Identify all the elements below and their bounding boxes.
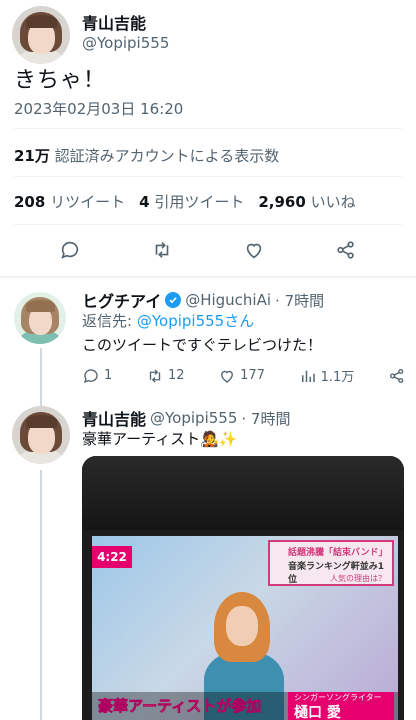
reply-reply-button[interactable]: 1 bbox=[82, 367, 112, 385]
main-tweet: 青山吉能 @Yopipi555 きちゃ！ 2023年02月03日 16:20 2… bbox=[0, 0, 416, 278]
reply-like-button[interactable]: 177 bbox=[218, 367, 265, 385]
author-avatar[interactable] bbox=[12, 6, 70, 64]
divider bbox=[14, 128, 402, 129]
tweet-timestamp[interactable]: 2023年02月03日 16:20 bbox=[14, 98, 183, 119]
engagement-stats: 208 リツイート 4 引用ツイート 2,960 いいね bbox=[14, 191, 356, 212]
views-label: 認証済みアカウントによる表示数 bbox=[54, 147, 280, 165]
quotes-stat[interactable]: 4 引用ツイート bbox=[139, 191, 244, 212]
tv-caption-text: 豪華アーティストが参加 bbox=[98, 697, 262, 716]
retweets-count: 208 bbox=[14, 193, 46, 211]
retweets-label: リツイート bbox=[50, 193, 126, 211]
reply-retweet-button[interactable]: 12 bbox=[146, 367, 185, 385]
reply-actions: 1 12 177 1.1万 bbox=[82, 366, 406, 385]
tv-banner-line3: 人気の理由は？ bbox=[330, 574, 386, 583]
reply-tweet-1[interactable]: ヒグチアイ @HiguchiAi · 7時間 返信先: @Yopipi555さん… bbox=[0, 278, 416, 398]
tweet-text: きちゃ！ bbox=[14, 68, 107, 93]
analytics-icon bbox=[301, 370, 315, 382]
tv-screen: 4:22 話題沸騰「結束バンド」 音楽ランキング軒並み1位 人気の理由は？ 豪華… bbox=[92, 536, 398, 720]
reply-icon[interactable] bbox=[58, 238, 82, 262]
view-count: 1.1万 bbox=[320, 370, 355, 385]
reply-author-name[interactable]: 青山吉能 bbox=[82, 406, 146, 430]
reply-author-handle[interactable]: @HiguchiAi bbox=[185, 291, 271, 309]
divider bbox=[14, 176, 402, 177]
tv-caption-name: 樋口 愛 bbox=[294, 705, 341, 720]
reply-meta: ヒグチアイ @HiguchiAi · 7時間 bbox=[82, 288, 324, 312]
thread-line bbox=[40, 348, 42, 398]
author-handle[interactable]: @Yopipi555 bbox=[82, 34, 169, 52]
reply-time[interactable]: · 7時間 bbox=[241, 408, 290, 429]
retweet-count: 12 bbox=[167, 368, 185, 383]
thread-line bbox=[40, 398, 42, 406]
author-name[interactable]: 青山吉能 bbox=[82, 10, 146, 34]
retweet-icon[interactable] bbox=[150, 238, 174, 262]
likes-stat[interactable]: 2,960 いいね bbox=[258, 191, 355, 212]
tv-name-plate: シンガーソングライター 樋口 愛 bbox=[288, 692, 394, 720]
tweet-media-image[interactable]: 4:22 話題沸騰「結束バンド」 音楽ランキング軒並み1位 人気の理由は？ 豪華… bbox=[82, 456, 404, 720]
reply-to-label: 返信先: bbox=[82, 312, 133, 330]
retweet-icon bbox=[149, 369, 161, 382]
reply-meta: 青山吉能 @Yopipi555 · 7時間 bbox=[82, 406, 290, 430]
tv-caption: 豪華アーティストが参加 シンガーソングライター 樋口 愛 bbox=[92, 692, 398, 720]
retweets-stat[interactable]: 208 リツイート bbox=[14, 191, 125, 212]
tv-clock: 4:22 bbox=[92, 546, 132, 568]
reply-text: 豪華アーティスト🧑‍🎤✨ bbox=[82, 430, 238, 448]
reply-icon bbox=[83, 368, 98, 383]
quotes-label: 引用ツイート bbox=[154, 193, 245, 211]
tweet-actions bbox=[0, 232, 416, 268]
views-count: 21万 bbox=[14, 147, 50, 165]
reply-author-avatar[interactable] bbox=[12, 406, 70, 464]
reply-views-button[interactable]: 1.1万 bbox=[299, 366, 355, 385]
views-stat[interactable]: 21万 認証済みアカウントによる表示数 bbox=[14, 145, 279, 166]
like-count: 177 bbox=[240, 368, 265, 383]
share-icon bbox=[389, 368, 404, 383]
reply-to-handle[interactable]: @Yopipi555さん bbox=[137, 312, 254, 330]
reply-author-name[interactable]: ヒグチアイ bbox=[82, 288, 161, 312]
likes-count: 2,960 bbox=[258, 193, 306, 211]
tv-banner: 話題沸騰「結束バンド」 音楽ランキング軒並み1位 人気の理由は？ bbox=[268, 540, 394, 586]
like-icon bbox=[221, 370, 234, 383]
thread-line bbox=[40, 470, 42, 720]
reply-author-avatar[interactable] bbox=[14, 292, 66, 344]
quotes-count: 4 bbox=[139, 193, 150, 211]
reply-count: 1 bbox=[104, 368, 113, 383]
tv-banner-line1: 話題沸騰「結束バンド」 bbox=[288, 548, 388, 558]
divider bbox=[14, 224, 402, 225]
reply-share-button[interactable] bbox=[388, 367, 406, 385]
share-icon[interactable] bbox=[334, 238, 358, 262]
tv-frame bbox=[82, 456, 404, 530]
reply-text: このツイートですぐテレビつけた！ bbox=[82, 336, 323, 354]
reply-time[interactable]: · 7時間 bbox=[275, 290, 324, 311]
reply-author-handle[interactable]: @Yopipi555 bbox=[150, 409, 237, 427]
verified-badge-icon bbox=[165, 292, 182, 308]
reply-to-line: 返信先: @Yopipi555さん bbox=[82, 310, 254, 331]
likes-label: いいね bbox=[310, 193, 356, 211]
like-icon[interactable] bbox=[242, 238, 266, 262]
